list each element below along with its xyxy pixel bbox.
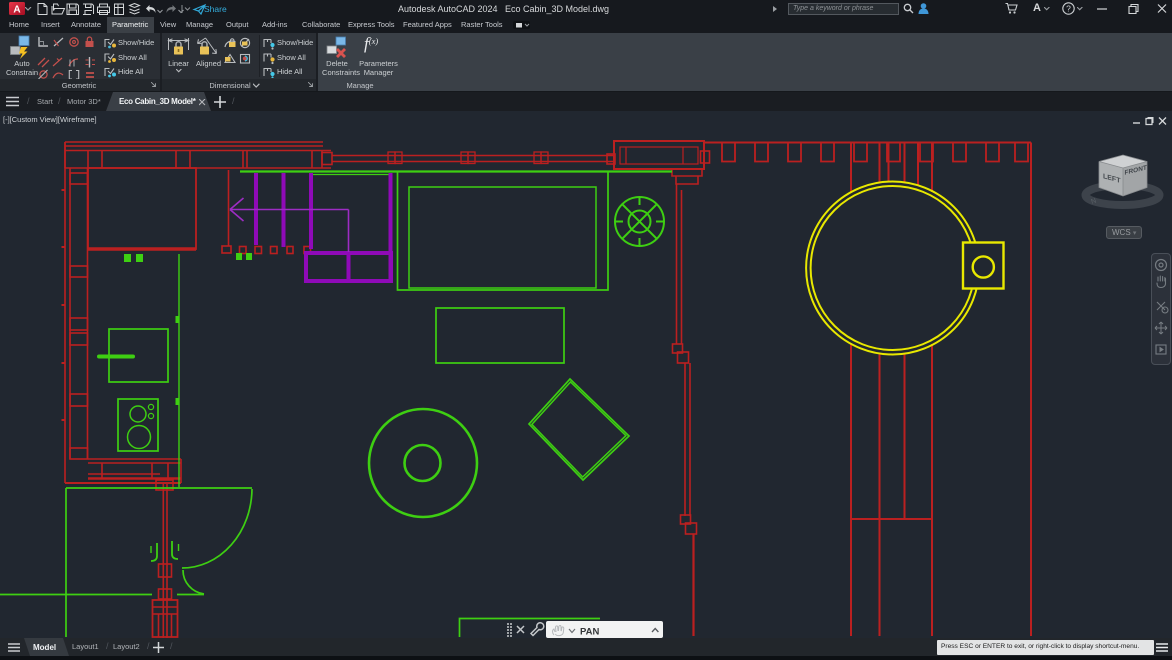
svg-text:?: ? [1066, 4, 1071, 14]
svg-text:A: A [13, 5, 20, 16]
svg-text:PAN: PAN [580, 626, 599, 637]
